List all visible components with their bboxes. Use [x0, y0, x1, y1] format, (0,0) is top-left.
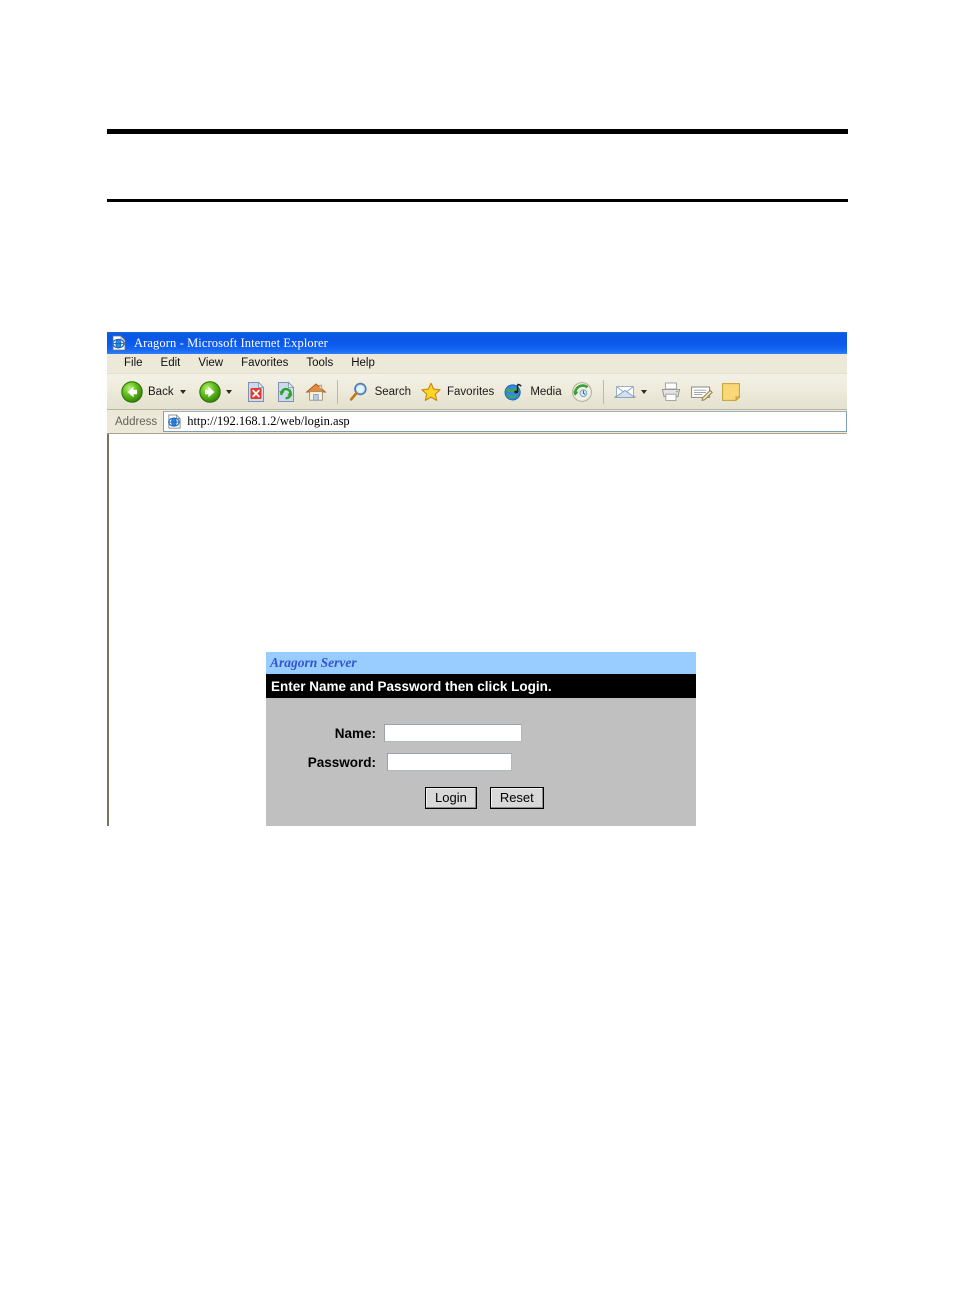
form-row-name: Name:	[266, 724, 696, 742]
login-button[interactable]: Login	[425, 787, 477, 809]
browser-title-bar[interactable]: Aragorn - Microsoft Internet Explorer	[107, 332, 847, 354]
toolbar-favorites-label: Favorites	[447, 385, 495, 398]
browser-viewport: Aragorn Server Enter Name and Password t…	[107, 434, 847, 826]
back-chevron-down-icon[interactable]	[179, 389, 186, 394]
toolbar-forward-button[interactable]	[195, 377, 241, 407]
notes-icon	[719, 380, 743, 404]
toolbar-discuss-button[interactable]	[716, 377, 746, 407]
browser-title-text: Aragorn - Microsoft Internet Explorer	[134, 335, 328, 350]
page-title: Aragorn Server	[270, 655, 357, 670]
toolbar-media-button[interactable]: Media	[499, 377, 566, 407]
ie-document-icon	[111, 335, 127, 351]
toolbar-stop-button[interactable]	[241, 377, 271, 407]
menu-item-edit[interactable]: Edit	[152, 356, 190, 371]
back-arrow-icon	[120, 380, 144, 404]
menu-item-view[interactable]: View	[189, 356, 232, 371]
login-panel: Aragorn Server Enter Name and Password t…	[266, 652, 696, 826]
menu-item-tools[interactable]: Tools	[297, 356, 342, 371]
toolbar-separator-1	[336, 379, 338, 404]
browser-address-bar: Address http://192.168.1.2/web/login.asp	[107, 410, 847, 434]
password-label: Password:	[307, 754, 376, 770]
search-icon	[347, 380, 371, 404]
toolbar-favorites-button[interactable]: Favorites	[416, 377, 499, 407]
stop-icon	[244, 380, 268, 404]
forward-chevron-down-icon[interactable]	[225, 389, 232, 394]
password-input[interactable]	[387, 753, 512, 771]
toolbar-home-button[interactable]	[301, 377, 331, 407]
toolbar-search-label: Search	[374, 385, 412, 398]
name-label: Name:	[334, 725, 376, 741]
mail-chevron-down-icon[interactable]	[640, 389, 647, 394]
address-input[interactable]: http://192.168.1.2/web/login.asp	[163, 411, 847, 432]
toolbar-media-label: Media	[530, 385, 562, 398]
toolbar-edit-button[interactable]	[686, 377, 716, 407]
reset-button[interactable]: Reset	[489, 787, 544, 809]
star-icon	[419, 380, 443, 404]
address-url-text: http://192.168.1.2/web/login.asp	[187, 414, 350, 428]
toolbar-print-button[interactable]	[656, 377, 686, 407]
browser-menu-bar: File Edit View Favorites Tools Help	[107, 354, 847, 374]
toolbar-history-button[interactable]	[567, 377, 597, 407]
name-input[interactable]	[384, 724, 522, 742]
home-icon	[304, 380, 328, 404]
browser-toolbar: Back Search Favorites Media	[107, 374, 847, 410]
media-icon	[502, 380, 526, 404]
refresh-icon	[274, 380, 298, 404]
ie-page-icon	[167, 414, 182, 429]
document-rule-bottom	[107, 199, 848, 202]
toolbar-refresh-button[interactable]	[271, 377, 301, 407]
mail-icon	[613, 380, 637, 404]
menu-item-file[interactable]: File	[115, 356, 152, 371]
toolbar-back-label: Back	[148, 385, 174, 398]
toolbar-search-button[interactable]: Search	[344, 377, 416, 407]
printer-icon	[659, 380, 683, 404]
instruction-text: Enter Name and Password then click Login…	[271, 678, 552, 694]
browser-window: Aragorn - Microsoft Internet Explorer Fi…	[107, 332, 847, 827]
login-button-row: Login Reset	[266, 787, 696, 809]
toolbar-mail-button[interactable]	[610, 377, 656, 407]
panel-instruction-bar: Enter Name and Password then click Login…	[266, 674, 696, 698]
history-icon	[570, 380, 594, 404]
document-rule-top	[107, 129, 848, 134]
forward-arrow-icon	[198, 380, 222, 404]
toolbar-separator-2	[602, 379, 604, 404]
menu-item-favorites[interactable]: Favorites	[232, 356, 297, 371]
toolbar-back-button[interactable]: Back	[117, 377, 195, 407]
panel-brand-bar: Aragorn Server	[266, 652, 696, 674]
login-form: Name: Password: Login Reset	[266, 698, 696, 826]
address-label: Address	[115, 415, 158, 428]
edit-page-icon	[689, 380, 713, 404]
form-row-password: Password:	[266, 753, 696, 771]
menu-item-help[interactable]: Help	[342, 356, 384, 371]
